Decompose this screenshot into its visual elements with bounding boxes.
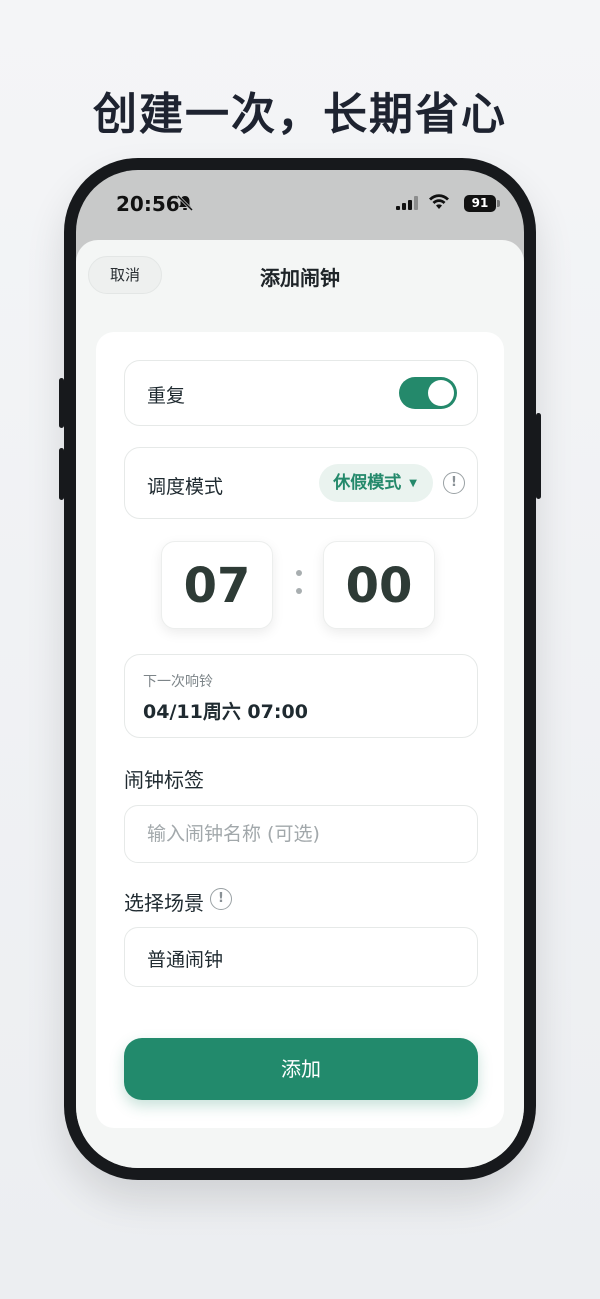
action-button — [59, 378, 64, 428]
repeat-toggle[interactable] — [399, 377, 457, 409]
phone-screen: 20:56 91 取消 添加闹钟 重复 调度模式 休假模式 ▼ ! 07 00 … — [76, 170, 524, 1168]
form-card: 重复 调度模式 休假模式 ▼ ! 07 00 下一次响铃 04/11周六 07:… — [96, 332, 504, 1128]
next-ring-label: 下一次响铃 — [143, 674, 213, 690]
alarm-label-heading: 闹钟标签 — [124, 768, 204, 792]
scene-value: 普通闹钟 — [147, 949, 224, 971]
scene-heading: 选择场景 — [124, 887, 204, 916]
headline: 创建一次，长期省心 — [93, 89, 507, 140]
add-button[interactable]: 添加 — [124, 1038, 478, 1100]
next-ring-row: 下一次响铃 04/11周六 07:00 — [124, 654, 478, 738]
status-bar: 20:56 91 — [76, 170, 524, 240]
hour-picker[interactable]: 07 — [161, 541, 273, 629]
cellular-signal-icon — [396, 196, 418, 210]
status-time: 20:56 — [116, 192, 180, 216]
battery-icon: 91 — [464, 195, 496, 212]
scene-heading-text: 选择场景 — [124, 891, 204, 915]
scene-select[interactable]: 普通闹钟 — [124, 927, 478, 987]
wifi-icon — [429, 194, 449, 209]
add-alarm-sheet: 取消 添加闹钟 重复 调度模式 休假模式 ▼ ! 07 00 下一次响铃 04/… — [76, 240, 524, 1168]
caret-down-icon: ▼ — [409, 478, 417, 489]
phone-frame: 20:56 91 取消 添加闹钟 重复 调度模式 休假模式 ▼ ! 07 00 … — [59, 158, 541, 1180]
bell-muted-icon — [176, 194, 194, 212]
scene-info-icon[interactable]: ! — [210, 888, 232, 910]
page-title: 添加闹钟 — [260, 266, 340, 290]
toggle-knob — [428, 380, 454, 406]
schedule-mode-dropdown[interactable]: 休假模式 ▼ — [319, 464, 433, 502]
next-ring-value: 04/11周六 07:00 — [143, 701, 308, 723]
schedule-mode-value: 休假模式 — [333, 473, 402, 493]
alarm-name-input[interactable] — [124, 805, 478, 863]
schedule-mode-label: 调度模式 — [147, 476, 224, 498]
schedule-mode-info-icon[interactable]: ! — [443, 472, 465, 494]
repeat-row: 重复 — [124, 360, 478, 426]
power-button — [536, 413, 541, 499]
battery-tip — [497, 200, 500, 207]
volume-button — [59, 448, 64, 500]
time-colon — [294, 570, 304, 606]
schedule-mode-row: 调度模式 休假模式 ▼ ! — [124, 447, 478, 519]
repeat-label: 重复 — [147, 385, 186, 407]
minute-picker[interactable]: 00 — [323, 541, 435, 629]
